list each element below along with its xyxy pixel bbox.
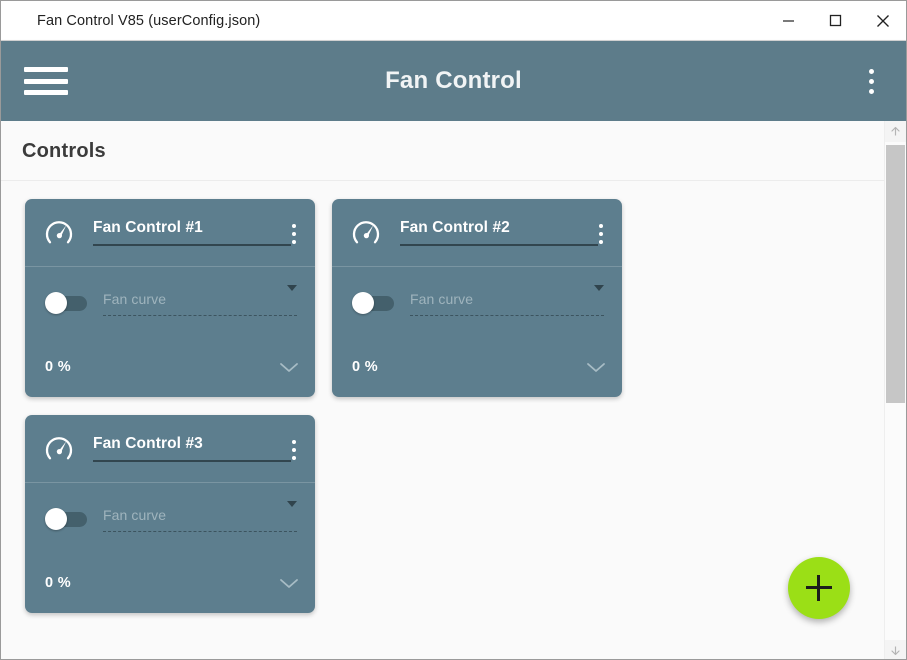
title-bar: Fan Control V85 (userConfig.json): [1, 1, 906, 41]
fan-curve-select[interactable]: Fan curve: [410, 284, 604, 316]
card-overflow-menu-icon[interactable]: [590, 219, 612, 249]
toggle-knob[interactable]: [352, 291, 374, 314]
gauge-icon: [45, 437, 73, 460]
card-name-text: Fan Control #1: [93, 219, 203, 236]
card-name-text: Fan Control #2: [400, 219, 510, 236]
card-name-field[interactable]: Fan Control #3: [93, 435, 291, 462]
card-curve-row: Fan curve: [41, 267, 299, 339]
chevron-down-icon[interactable]: [287, 284, 297, 291]
card-name-underline: [93, 244, 291, 246]
card-percent-row[interactable]: 0 %: [348, 339, 606, 395]
plus-icon: [806, 575, 832, 601]
window-title: Fan Control V85 (userConfig.json): [37, 12, 261, 29]
card-overflow-menu-icon[interactable]: [283, 219, 305, 249]
app-window: Fan Control V85 (userConfig.json) Fan Co…: [0, 0, 907, 660]
expand-chevron-down-icon[interactable]: [279, 578, 299, 589]
percent-value: 0 %: [45, 575, 71, 591]
expand-chevron-down-icon[interactable]: [586, 362, 606, 373]
card-percent-row[interactable]: 0 %: [41, 339, 299, 395]
maximize-button[interactable]: [812, 1, 859, 40]
section-header: Controls: [1, 121, 906, 181]
fan-curve-select[interactable]: Fan curve: [103, 500, 297, 532]
chevron-down-icon[interactable]: [287, 500, 297, 507]
card-overflow-menu-icon[interactable]: [283, 435, 305, 465]
fan-control-card[interactable]: Fan Control #2 Fan curve 0 %: [332, 199, 622, 397]
expand-chevron-down-icon[interactable]: [279, 362, 299, 373]
card-curve-row: Fan curve: [348, 267, 606, 339]
fan-control-card[interactable]: Fan Control #1 Fan curve 0 %: [25, 199, 315, 397]
gauge-icon: [45, 221, 73, 244]
card-header: Fan Control #1: [25, 199, 315, 267]
card-name-field[interactable]: Fan Control #2: [400, 219, 598, 246]
section-divider: [1, 180, 906, 181]
overflow-menu-icon[interactable]: [858, 61, 884, 101]
toggle-knob[interactable]: [45, 291, 67, 314]
vertical-scrollbar[interactable]: [884, 121, 906, 659]
percent-value: 0 %: [352, 359, 378, 375]
gauge-icon: [352, 221, 380, 244]
scroll-down-arrow-icon[interactable]: [885, 640, 906, 659]
app-bar: Fan Control: [1, 41, 906, 121]
hamburger-menu-icon[interactable]: [24, 64, 68, 98]
card-percent-row[interactable]: 0 %: [41, 555, 299, 611]
toggle-knob[interactable]: [45, 507, 67, 530]
page-title: Controls: [22, 139, 106, 162]
card-name-underline: [93, 460, 291, 462]
app-title: Fan Control: [385, 67, 522, 94]
window-controls: [765, 1, 906, 40]
card-header: Fan Control #2: [332, 199, 622, 267]
card-name-field[interactable]: Fan Control #1: [93, 219, 291, 246]
card-header: Fan Control #3: [25, 415, 315, 483]
scroll-up-arrow-icon[interactable]: [885, 121, 906, 142]
card-row: Fan Control #1 Fan curve 0 % Fan Control…: [25, 199, 855, 397]
card-curve-row: Fan curve: [41, 483, 299, 555]
add-control-button[interactable]: [788, 557, 850, 619]
minimize-button[interactable]: [765, 1, 812, 40]
content-area: Controls Fan Control #1 Fan curve 0 % Fa…: [1, 121, 906, 659]
scrollbar-thumb[interactable]: [886, 145, 905, 403]
close-button[interactable]: [859, 1, 906, 40]
card-name-text: Fan Control #3: [93, 435, 203, 452]
fan-curve-select[interactable]: Fan curve: [103, 284, 297, 316]
fan-curve-underline: [103, 314, 297, 316]
percent-value: 0 %: [45, 359, 71, 375]
controls-grid: Fan Control #1 Fan curve 0 % Fan Control…: [25, 199, 855, 631]
enable-toggle[interactable]: [45, 291, 87, 314]
fan-curve-placeholder: Fan curve: [103, 290, 167, 307]
chevron-down-icon[interactable]: [594, 284, 604, 291]
card-row: Fan Control #3 Fan curve 0 %: [25, 415, 855, 613]
fan-curve-underline: [103, 530, 297, 532]
fan-curve-placeholder: Fan curve: [103, 506, 167, 523]
enable-toggle[interactable]: [352, 291, 394, 314]
card-name-underline: [400, 244, 598, 246]
enable-toggle[interactable]: [45, 507, 87, 530]
fan-curve-underline: [410, 314, 604, 316]
fan-control-card[interactable]: Fan Control #3 Fan curve 0 %: [25, 415, 315, 613]
fan-curve-placeholder: Fan curve: [410, 290, 474, 307]
